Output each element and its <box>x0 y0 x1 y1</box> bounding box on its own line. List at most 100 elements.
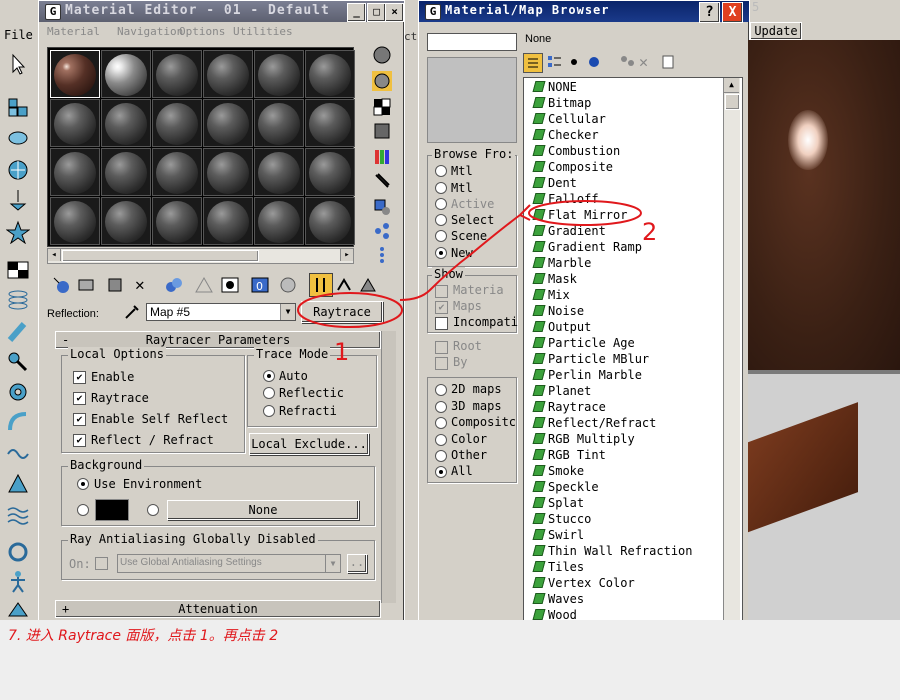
browser-search-input[interactable] <box>427 33 517 51</box>
sample-slots-scrollbar[interactable]: ◂ ▸ <box>47 248 354 264</box>
trace-auto-radio[interactable] <box>263 370 275 382</box>
enable-checkbox[interactable]: ✔ <box>73 371 86 384</box>
map-list-item[interactable]: Mix <box>532 288 570 304</box>
minimize-icon[interactable]: _ <box>347 3 366 22</box>
map-list-item[interactable]: Waves <box>532 592 584 608</box>
put-material-icon[interactable] <box>75 275 97 295</box>
sample-type-icon[interactable] <box>372 45 392 65</box>
menu-material[interactable]: Material <box>47 25 100 38</box>
map-list-item[interactable]: Splat <box>532 496 584 512</box>
map-list-item[interactable]: Marble <box>532 256 591 272</box>
root-only-checkbox[interactable] <box>435 341 448 354</box>
file-menu[interactable]: File <box>4 28 33 42</box>
biped-icon[interactable] <box>6 570 30 594</box>
sample-slot-16[interactable] <box>203 148 253 196</box>
map-list-item[interactable]: Particle MBlur <box>532 352 649 368</box>
map-list-scrollbar[interactable]: ▲ <box>723 78 740 620</box>
map-list-item[interactable]: Output <box>532 320 591 336</box>
map-list-item[interactable]: Bitmap <box>532 96 591 112</box>
background-map-none-button[interactable]: None <box>167 500 359 520</box>
map-list-item[interactable]: Gradient Ramp <box>532 240 642 256</box>
show-incompatible-checkbox[interactable] <box>435 317 448 330</box>
perspective-viewport[interactable] <box>748 40 900 620</box>
sample-slot-7[interactable] <box>50 99 100 147</box>
map-list[interactable]: NONE Bitmap Cellular Checker Combustion Compo… <box>523 77 743 623</box>
make-unique-icon[interactable] <box>163 275 185 295</box>
browse-scene-radio[interactable] <box>435 230 447 242</box>
view-small-icons-icon[interactable] <box>565 53 583 71</box>
map-list-item[interactable]: RGB Tint <box>532 448 606 464</box>
material-effects-channel-icon[interactable] <box>219 275 241 295</box>
map-list-item[interactable]: NONE <box>532 80 577 96</box>
map-list-item[interactable]: Smoke <box>532 464 584 480</box>
wave-icon[interactable] <box>6 442 30 466</box>
filter-color-mods-radio[interactable] <box>435 434 447 446</box>
ffd-icon[interactable] <box>6 472 30 496</box>
antialias-options-button[interactable]: .. <box>347 554 367 573</box>
tube-icon[interactable] <box>6 320 30 344</box>
utilities-icon[interactable] <box>6 258 30 282</box>
get-material-icon[interactable] <box>51 275 73 295</box>
scroll-right-icon[interactable]: ▸ <box>340 249 353 261</box>
rollout-scrollbar[interactable] <box>381 331 396 603</box>
antialias-settings-select[interactable]: Use Global Antialiasing Settings ▼ <box>117 554 341 573</box>
uv-tiling-icon[interactable] <box>372 121 392 141</box>
map-list-item[interactable]: Composite <box>532 160 613 176</box>
show-end-result-icon[interactable] <box>277 275 299 295</box>
motion-icon[interactable] <box>6 188 30 212</box>
map-list-item[interactable]: Particle Age <box>532 336 635 352</box>
modify-icon[interactable] <box>6 126 30 150</box>
clear-icon[interactable] <box>659 53 677 71</box>
create-icon[interactable] <box>6 95 30 119</box>
torus-icon[interactable] <box>6 540 30 564</box>
sample-slot-19[interactable] <box>50 197 100 245</box>
attenuation-header[interactable]: + Attenuation <box>55 600 381 618</box>
filter-2d-radio[interactable] <box>435 384 447 396</box>
local-exclude-button[interactable]: Local Exclude... <box>249 433 369 455</box>
self-reflect-checkbox[interactable]: ✔ <box>73 413 86 426</box>
show-map-icon[interactable]: 0 <box>249 275 271 295</box>
sample-slot-14[interactable] <box>101 148 151 196</box>
sample-slot-8[interactable] <box>101 99 151 147</box>
sample-slot-3[interactable] <box>152 50 202 98</box>
display-icon[interactable] <box>5 220 31 245</box>
antialias-dropdown-icon[interactable]: ▼ <box>325 555 340 572</box>
antialias-on-checkbox[interactable] <box>95 557 108 570</box>
backlight-icon[interactable] <box>372 71 392 91</box>
eyedropper-icon[interactable] <box>123 303 141 321</box>
filter-3d-radio[interactable] <box>435 401 447 413</box>
view-list-icon[interactable] <box>523 53 543 73</box>
reset-map-icon[interactable]: ✕ <box>135 275 157 295</box>
menu-navigation[interactable]: Navigation <box>117 25 183 38</box>
sample-slot-18[interactable] <box>305 148 355 196</box>
sample-slot-21[interactable] <box>152 197 202 245</box>
browse-active-radio[interactable] <box>435 198 447 210</box>
sample-slot-4[interactable] <box>203 50 253 98</box>
map-list-item[interactable]: Falloff <box>532 192 599 208</box>
sample-slot-13[interactable] <box>50 148 100 196</box>
sample-slot-9[interactable] <box>152 99 202 147</box>
scroll-thumb[interactable] <box>62 250 259 262</box>
make-preview-icon[interactable] <box>372 171 392 191</box>
map-type-button[interactable]: Raytrace <box>301 301 383 323</box>
trace-reflection-radio[interactable] <box>263 387 275 399</box>
filter-compositors-radio[interactable] <box>435 417 447 429</box>
map-list-item[interactable]: Raytrace <box>532 400 606 416</box>
map-list-item[interactable]: Swirl <box>532 528 584 544</box>
update-button[interactable]: Update <box>750 22 802 40</box>
close-icon[interactable]: × <box>385 3 404 22</box>
pick-material-icon[interactable] <box>357 275 379 295</box>
view-large-icons-icon[interactable] <box>585 53 603 71</box>
use-environment-radio[interactable] <box>77 478 89 490</box>
map-list-item[interactable]: Combustion <box>532 144 620 160</box>
maximize-icon[interactable]: □ <box>367 3 386 22</box>
put-library-icon[interactable] <box>193 275 215 295</box>
browse-mtl-library-radio[interactable] <box>435 165 447 177</box>
sample-slot-23[interactable] <box>254 197 304 245</box>
background-checker-icon[interactable] <box>372 97 392 117</box>
map-list-item[interactable]: Flat Mirror <box>532 208 627 224</box>
map-list-item[interactable]: Perlin Marble <box>532 368 642 384</box>
material-editor-titlebar[interactable]: G Material Editor - 01 - Default _ □ × <box>39 1 404 22</box>
sample-slot-11[interactable] <box>254 99 304 147</box>
map-list-item[interactable]: Noise <box>532 304 584 320</box>
